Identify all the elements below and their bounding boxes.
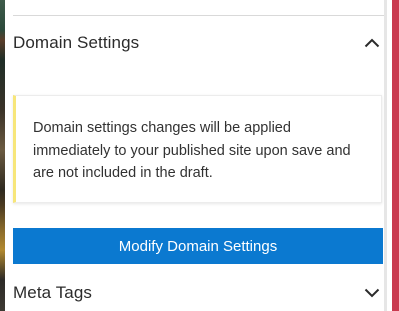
section-title: Meta Tags bbox=[13, 283, 93, 302]
domain-settings-notice: Domain settings changes will be applied … bbox=[13, 95, 382, 203]
notice-text: Domain settings changes will be applied … bbox=[33, 120, 351, 181]
background-app-edge bbox=[0, 0, 5, 311]
chevron-up-icon[interactable] bbox=[361, 32, 383, 54]
domain-settings-header[interactable]: Domain Settings bbox=[13, 26, 384, 60]
edge-accent-bar bbox=[392, 0, 399, 311]
chevron-down-icon[interactable] bbox=[361, 282, 383, 304]
settings-panel: Domain Settings Domain settings changes … bbox=[5, 0, 384, 311]
meta-tags-header[interactable]: Meta Tags bbox=[13, 276, 384, 310]
modify-domain-settings-button[interactable]: Modify Domain Settings bbox=[13, 228, 383, 264]
divider bbox=[13, 15, 384, 16]
section-title: Domain Settings bbox=[13, 33, 140, 52]
